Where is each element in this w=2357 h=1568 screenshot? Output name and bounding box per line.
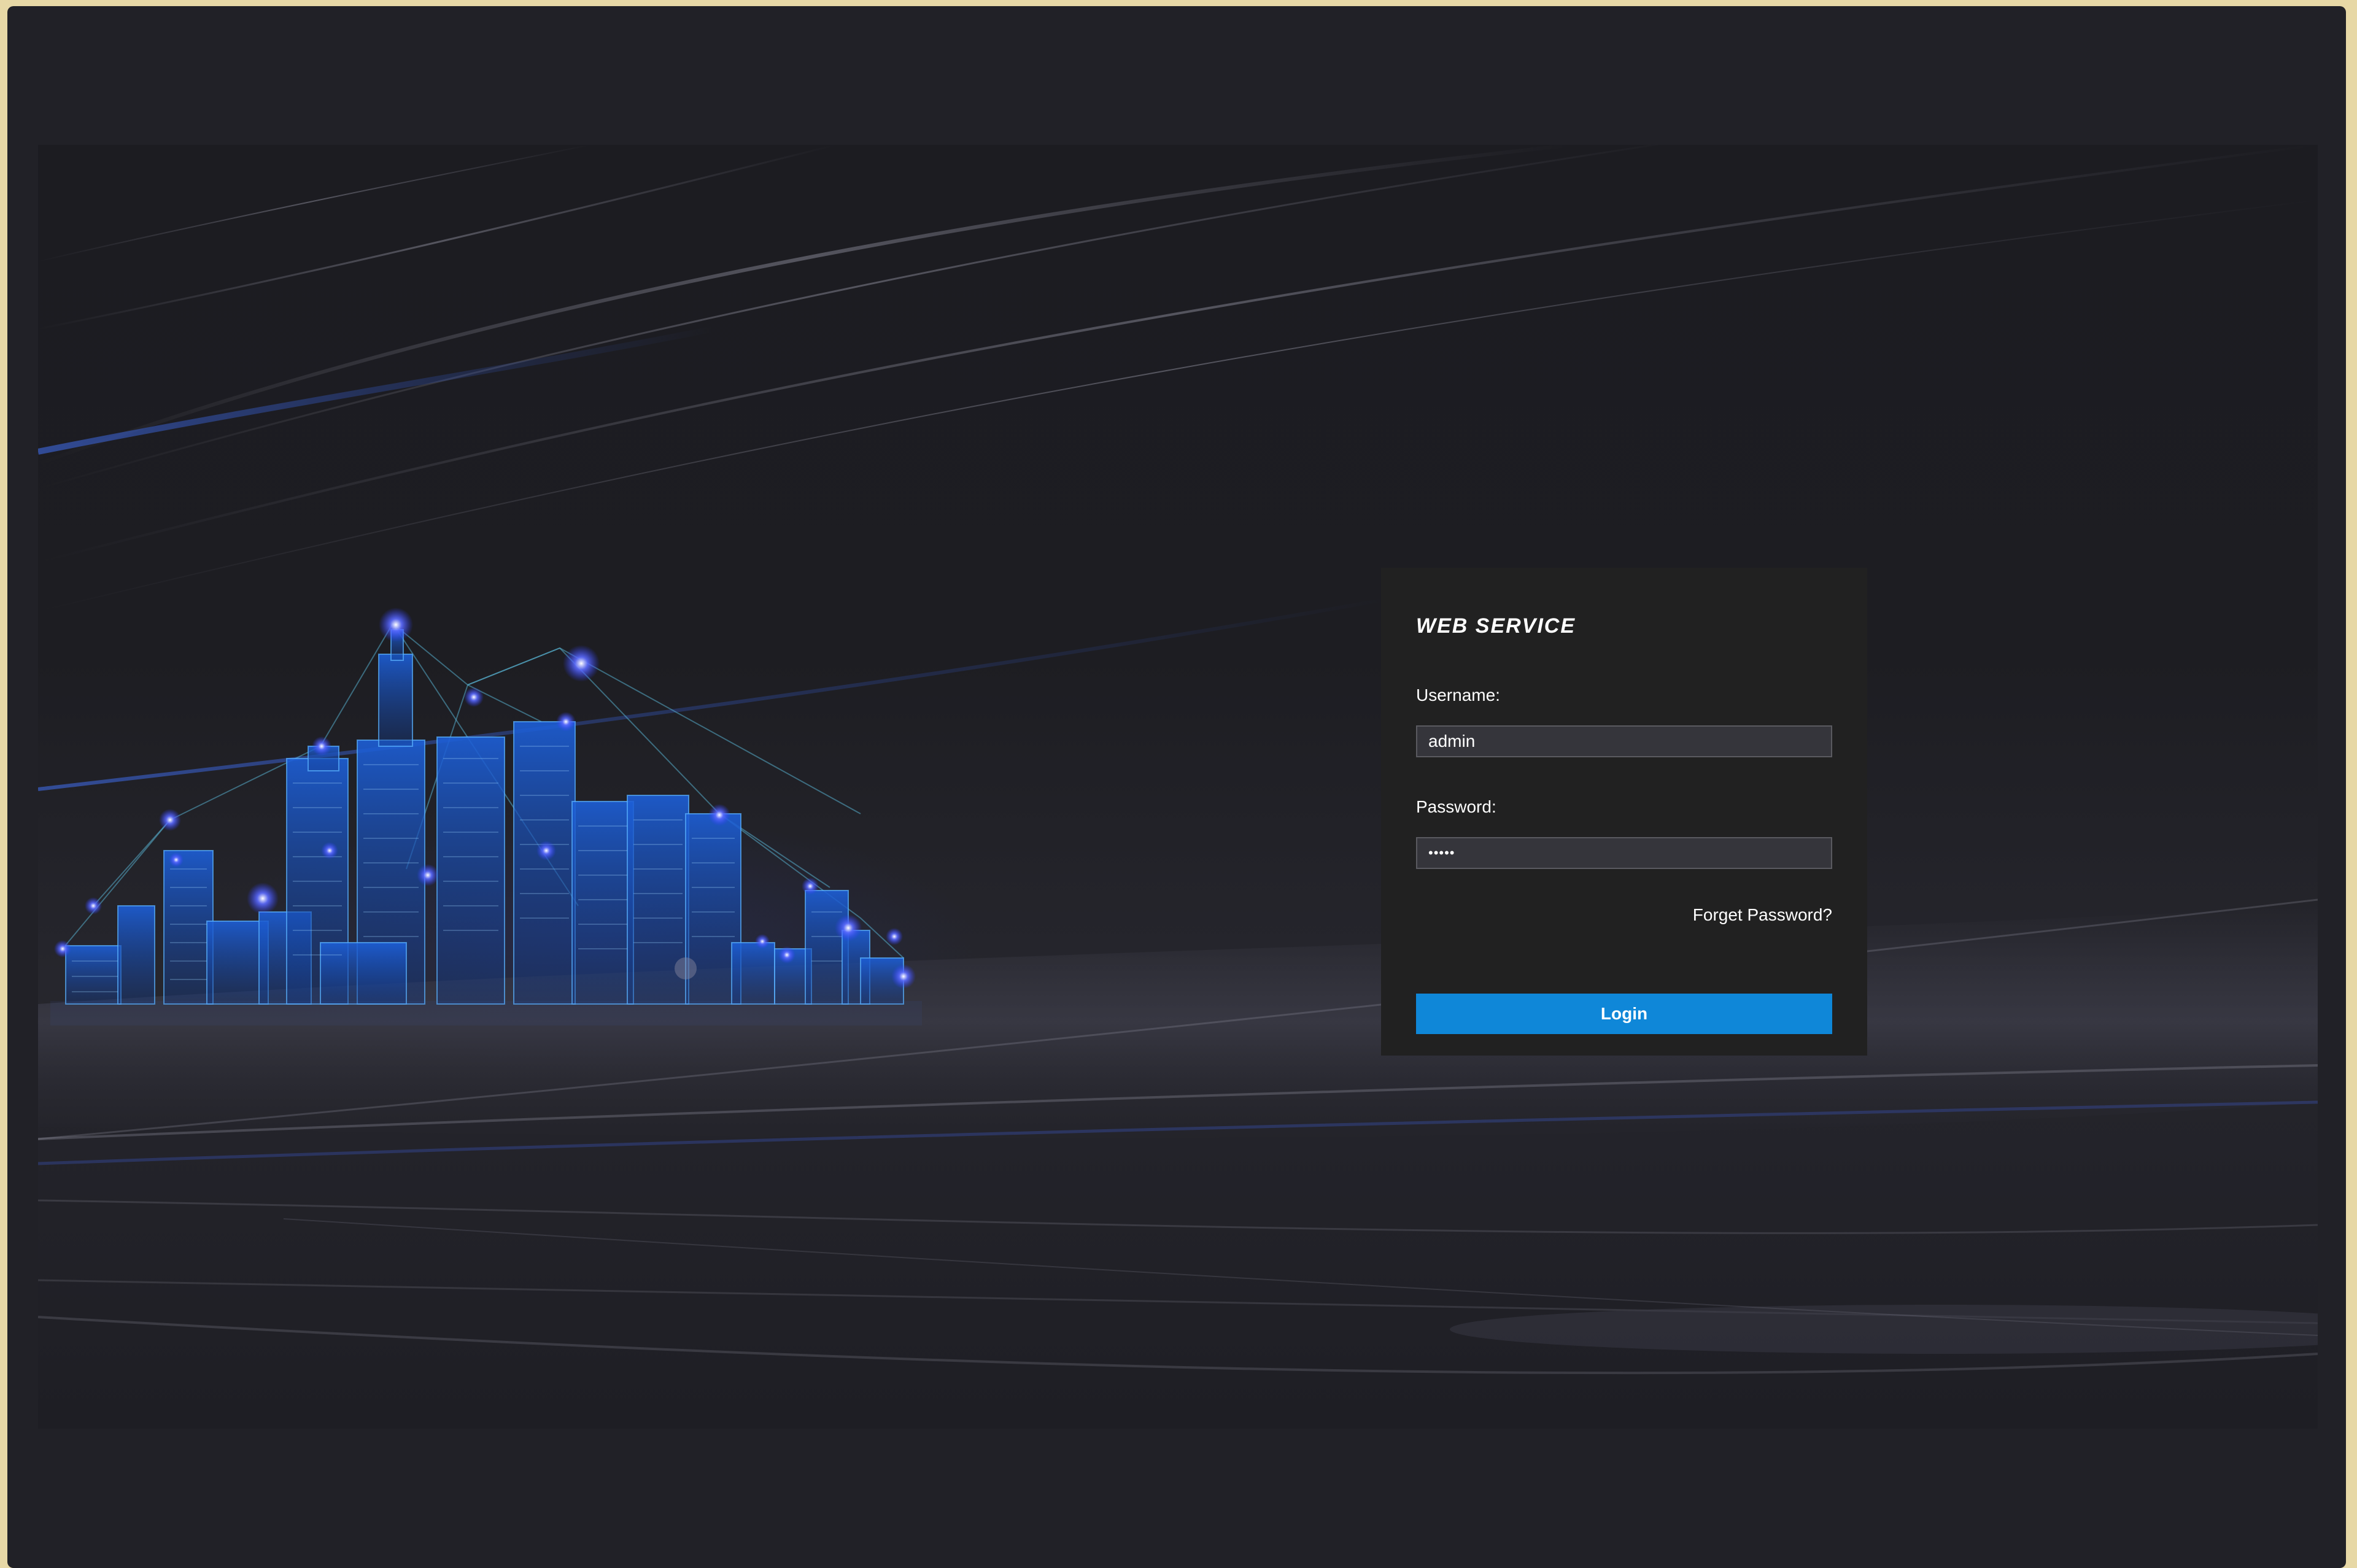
city-skyline-illustration xyxy=(50,608,922,1025)
login-banner xyxy=(38,145,2318,1429)
login-panel: WEB SERVICE Username: Password: Forget P… xyxy=(1381,568,1867,1056)
username-field[interactable] xyxy=(1416,725,1832,757)
password-field[interactable] xyxy=(1416,837,1832,869)
browser-window: WEB SERVICE Username: Password: Forget P… xyxy=(7,6,2346,1568)
login-button[interactable]: Login xyxy=(1416,994,1832,1034)
password-label: Password: xyxy=(1416,797,1496,816)
forget-password-link[interactable]: Forget Password? xyxy=(1693,905,1832,925)
login-title: WEB SERVICE xyxy=(1416,614,1576,638)
username-label: Username: xyxy=(1416,686,1500,705)
